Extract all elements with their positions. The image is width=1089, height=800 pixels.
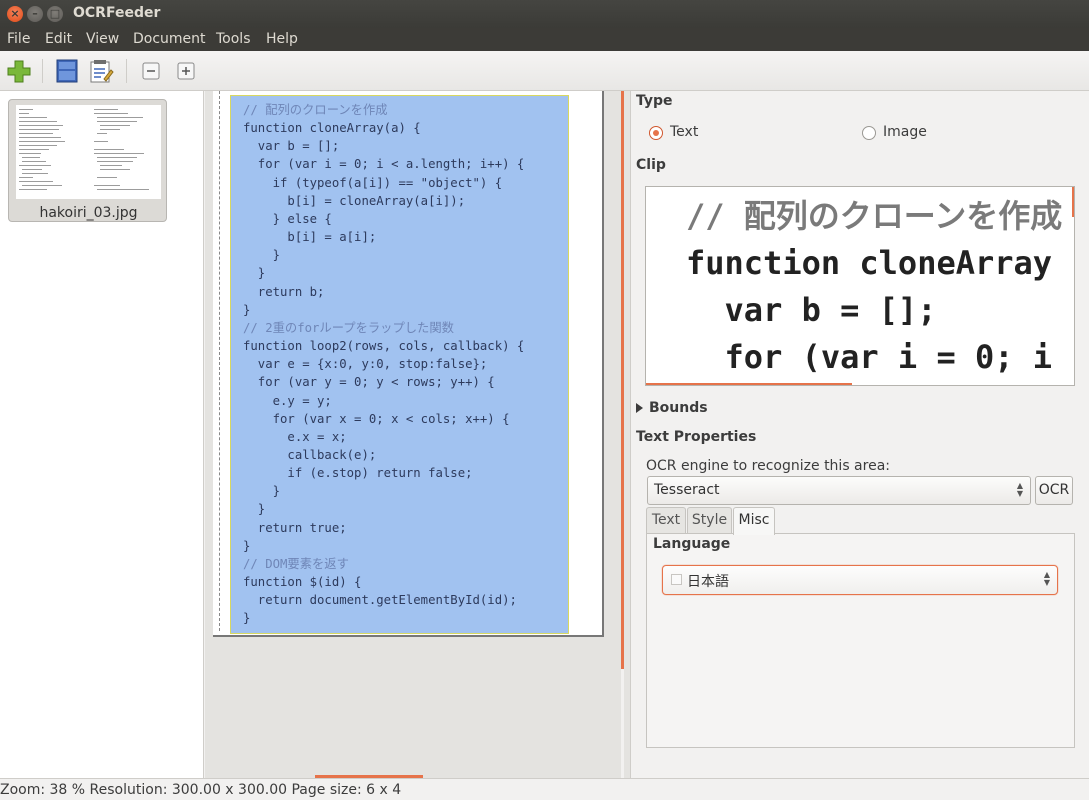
menu-file[interactable]: File (7, 31, 30, 47)
code-line: b[i] = cloneArray(a[i]); (243, 193, 466, 208)
code-line: } (243, 248, 281, 263)
code-comment-line: // DOM要素を返す (243, 556, 349, 571)
code-line: for (var x = 0; x < cols; x++) { (243, 411, 510, 426)
tab-text[interactable]: Text (646, 507, 686, 534)
language-header: Language (653, 536, 731, 552)
detect-page-button[interactable] (54, 58, 80, 84)
area-properties-panel: Type Text Image Clip // 配列のクローンを作成 funct… (630, 91, 1089, 778)
code-line: } (243, 538, 251, 553)
toolbar-separator (126, 59, 127, 83)
detect-icon (56, 59, 78, 83)
page-margin-line (219, 91, 220, 631)
page-editor-area: // 配列のクローンを作成 function cloneArray(a) { va… (205, 91, 621, 778)
minimize-window-button[interactable]: – (27, 6, 43, 22)
status-text: Zoom: 38 % Resolution: 300.00 x 300.00 P… (0, 782, 402, 798)
code-line: if (e.stop) return false; (243, 466, 473, 481)
type-text-radio[interactable] (649, 126, 663, 140)
code-line: var b = []; (243, 139, 340, 154)
zoom-out-icon (142, 62, 160, 80)
clip-header: Clip (636, 157, 666, 173)
add-image-icon (7, 60, 31, 83)
clip-vertical-scrollbar[interactable] (1072, 187, 1074, 217)
code-comment-line: // 配列のクローンを作成 (243, 103, 388, 117)
code-line: e.y = y; (243, 393, 332, 408)
code-line: b[i] = a[i]; (243, 230, 377, 245)
code-line: for (var i = 0; i < a.length; i++) { (243, 157, 525, 172)
type-header: Type (636, 93, 673, 109)
language-checkbox-icon (671, 574, 682, 585)
code-comment-line: // 2重のforループをラップした関数 (243, 320, 454, 335)
menu-view[interactable]: View (86, 31, 119, 47)
tab-style[interactable]: Style (687, 507, 732, 534)
ocr-engine-select[interactable]: Tesseract ▲ ▼ (647, 476, 1031, 505)
language-value: 日本語 (687, 574, 729, 590)
clip-preview: // 配列のクローンを作成 function cloneArray var b … (645, 186, 1075, 386)
code-line: return b; (243, 284, 325, 299)
window-title: OCRFeeder (73, 5, 161, 21)
type-image-label[interactable]: Image (883, 124, 927, 140)
code-line: callback(e); (243, 447, 377, 462)
code-line: } (243, 502, 266, 517)
code-line: return document.getElementById(id); (243, 593, 517, 608)
status-bar: Zoom: 38 % Resolution: 300.00 x 300.00 P… (0, 778, 1089, 800)
code-line: } (243, 611, 251, 626)
minimize-icon: – (32, 7, 38, 20)
toolbar (0, 51, 1089, 91)
maximize-window-button[interactable]: □ (47, 6, 63, 22)
spin-arrows-icon: ▲ ▼ (1043, 570, 1050, 587)
ocr-engine-value: Tesseract (654, 482, 720, 498)
code-line: var e = {x:0, y:0, stop:false}; (243, 357, 488, 372)
code-line: } (243, 484, 281, 499)
properties-icon (90, 60, 114, 83)
bounds-header[interactable]: Bounds (649, 400, 708, 416)
bounds-expander-icon[interactable] (636, 403, 643, 413)
clip-preview-text: // 配列のクローンを作成 function cloneArray var b … (686, 197, 1063, 376)
code-line: function cloneArray(a) { (243, 121, 421, 136)
pages-panel: hakoiri_03.jpg (0, 91, 204, 778)
clip-horizontal-scrollbar[interactable] (646, 383, 852, 385)
ocr-button[interactable]: OCR (1035, 476, 1073, 505)
page-thumbnail-image (16, 105, 161, 199)
spin-arrows-icon: ▲ ▼ (1016, 481, 1023, 498)
type-image-radio[interactable] (862, 126, 876, 140)
zoom-out-button[interactable] (139, 58, 165, 84)
menu-tools[interactable]: Tools (216, 31, 251, 47)
code-line: } else { (243, 211, 332, 226)
text-properties-header: Text Properties (636, 429, 757, 445)
code-line: if (typeof(a[i]) == "object") { (243, 175, 503, 190)
zoom-in-icon (177, 62, 195, 80)
menu-help[interactable]: Help (266, 31, 298, 47)
code-line: for (var y = 0; y < rows; y++) { (243, 375, 495, 390)
vertical-scrollbar-indicator[interactable] (621, 91, 624, 669)
document-page: // 配列のクローンを作成 function cloneArray(a) { va… (213, 91, 604, 637)
menu-bar: File Edit View Document Tools Help (0, 28, 1089, 51)
page-thumbnail-label: hakoiri_03.jpg (39, 205, 138, 221)
edit-properties-button[interactable] (88, 58, 114, 84)
code-line: } (243, 302, 251, 317)
misc-tab-content: Language 日本語 ▲ ▼ (646, 533, 1075, 748)
recognized-code-text: // 配列のクローンを作成 function cloneArray(a) { va… (243, 101, 524, 628)
code-line: function $(id) { (243, 575, 362, 590)
ocr-engine-label: OCR engine to recognize this area: (646, 458, 890, 474)
menu-document[interactable]: Document (133, 31, 206, 47)
title-bar: × – □ OCRFeeder (0, 0, 1089, 28)
code-line: function loop2(rows, cols, callback) { (243, 339, 525, 354)
code-line: e.x = x; (243, 429, 347, 444)
close-window-button[interactable]: × (7, 6, 23, 22)
code-line: } (243, 266, 266, 281)
page-thumbnail-item[interactable]: hakoiri_03.jpg (8, 99, 167, 222)
maximize-icon: □ (49, 7, 61, 20)
language-select[interactable]: 日本語 ▲ ▼ (662, 565, 1058, 595)
selected-text-area-box[interactable]: // 配列のクローンを作成 function cloneArray(a) { va… (230, 95, 569, 634)
toolbar-separator (42, 59, 43, 83)
code-line: return true; (243, 520, 347, 535)
close-icon: × (10, 7, 20, 20)
type-text-label[interactable]: Text (670, 124, 698, 140)
menu-edit[interactable]: Edit (45, 31, 72, 47)
add-image-button[interactable] (6, 58, 32, 84)
tab-misc[interactable]: Misc (733, 507, 775, 535)
zoom-in-button[interactable] (174, 58, 200, 84)
